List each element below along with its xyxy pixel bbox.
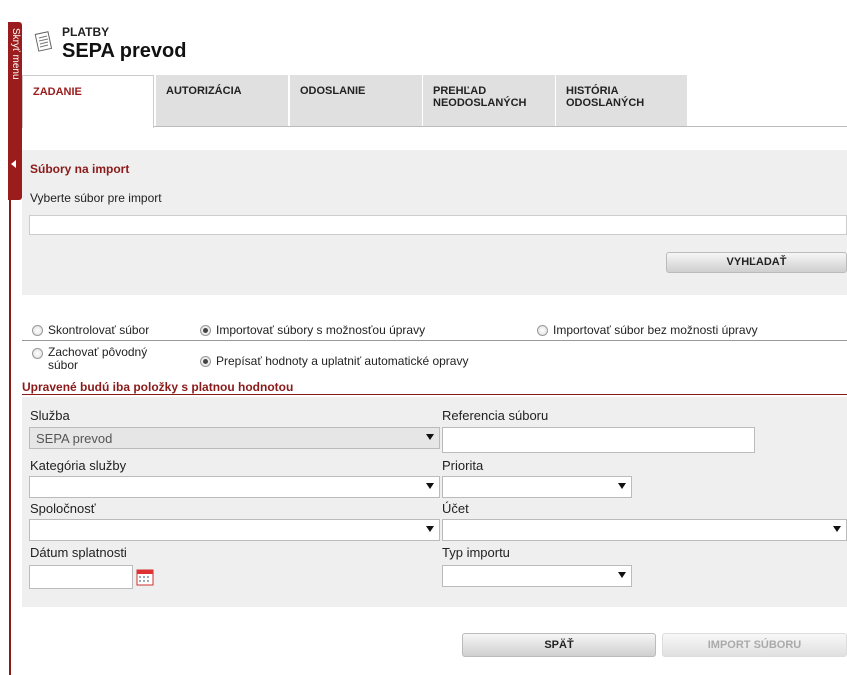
radio-label: Importovať súbory s možnosťou úpravy	[216, 323, 426, 337]
radio-icon	[537, 325, 548, 336]
import-type-select[interactable]	[442, 565, 632, 587]
tab-prehlad-neodoslanych[interactable]: PREHĽAD NEODOSLANÝCH	[422, 75, 555, 127]
search-button[interactable]: VYHĽADAŤ	[666, 252, 847, 273]
page: Skryť menu PLATBY SEPA prevod ZADANIE AU…	[0, 0, 847, 675]
chevron-down-icon	[618, 483, 626, 489]
hide-menu-toggle[interactable]: Skryť menu	[8, 22, 22, 200]
tab-label: ZADANIE	[33, 86, 82, 98]
import-panel-title: Súbory na import	[30, 162, 130, 176]
account-label: Účet	[442, 501, 469, 516]
divider	[22, 340, 847, 341]
section-label: PLATBY	[62, 25, 110, 39]
import-file-button[interactable]: IMPORT SÚBORU	[662, 633, 847, 657]
account-select[interactable]	[442, 519, 847, 541]
service-select: SEPA prevod	[29, 427, 440, 449]
service-category-select[interactable]	[29, 476, 440, 498]
tab-label: ODOSLANIE	[300, 85, 366, 97]
tab-autorizacia[interactable]: AUTORIZÁCIA	[155, 75, 288, 127]
document-icon	[34, 31, 52, 52]
import-type-label: Typ importu	[442, 545, 510, 560]
radio-label: Skontrolovať súbor	[48, 323, 150, 337]
radio-selected-icon	[200, 325, 211, 336]
chevron-down-icon	[426, 434, 434, 440]
radio-label: Importovať súbor bez možnosti úpravy	[553, 323, 758, 337]
chevron-down-icon	[426, 483, 434, 489]
priority-label: Priorita	[442, 458, 484, 473]
tab-historia-odoslanych[interactable]: HISTÓRIA ODOSLANÝCH	[555, 75, 687, 127]
company-label: Spoločnosť	[30, 501, 96, 516]
radio-import-with-edit[interactable]: Importovať súbory s možnosťou úpravy	[200, 323, 425, 337]
chevron-down-icon	[618, 572, 626, 578]
import-form: Služba SEPA prevod Referencia súboru Kat…	[22, 397, 847, 607]
radio-icon	[32, 325, 43, 336]
file-input[interactable]	[29, 215, 847, 235]
calendar-icon[interactable]	[136, 568, 154, 586]
radio-keep-original[interactable]: Zachovať pôvodný súbor	[32, 346, 182, 372]
edit-note: Upravené budú iba položky s platnou hodn…	[22, 380, 294, 394]
tab-label: PREHĽAD NEODOSLANÝCH	[433, 85, 527, 109]
back-button[interactable]: SPÄŤ	[462, 633, 656, 657]
due-date-input[interactable]	[29, 565, 133, 589]
tabs-divider	[154, 126, 847, 127]
radio-selected-icon	[200, 356, 211, 367]
tab-label: AUTORIZÁCIA	[166, 85, 242, 97]
page-title: SEPA prevod	[62, 40, 187, 62]
file-reference-input[interactable]	[442, 427, 755, 453]
chevron-down-icon	[833, 526, 841, 532]
chevron-down-icon	[426, 526, 434, 532]
file-reference-label: Referencia súboru	[442, 408, 549, 423]
import-panel: Súbory na import Vyberte súbor pre impor…	[22, 150, 847, 295]
company-select[interactable]	[29, 519, 440, 541]
tab-label: HISTÓRIA ODOSLANÝCH	[566, 85, 645, 109]
radio-import-without-edit[interactable]: Importovať súbor bez možnosti úpravy	[537, 323, 758, 337]
tab-zadanie[interactable]: ZADANIE	[22, 75, 154, 128]
radio-label: Zachovať pôvodný súbor	[48, 345, 148, 372]
service-label: Služba	[30, 408, 70, 423]
due-date-label: Dátum splatnosti	[30, 545, 127, 560]
hide-menu-label: Skryť menu	[10, 28, 21, 80]
radio-label: Prepísať hodnoty a uplatniť automatické …	[216, 354, 469, 368]
radio-overwrite-values[interactable]: Prepísať hodnoty a uplatniť automatické …	[200, 354, 468, 368]
file-select-label: Vyberte súbor pre import	[30, 191, 162, 205]
radio-check-file[interactable]: Skontrolovať súbor	[32, 323, 149, 337]
tab-odoslanie[interactable]: ODOSLANIE	[289, 75, 422, 127]
service-category-label: Kategória služby	[30, 458, 127, 473]
collapse-arrow-icon	[11, 160, 16, 168]
service-value: SEPA prevod	[36, 431, 113, 446]
radio-icon	[32, 348, 43, 359]
note-underline	[22, 394, 847, 395]
priority-select[interactable]	[442, 476, 632, 498]
